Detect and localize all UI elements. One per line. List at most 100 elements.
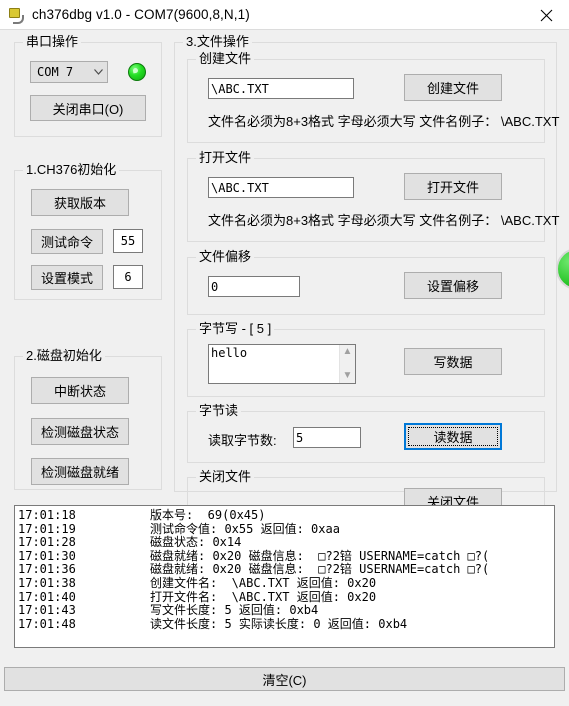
open-file-button[interactable]: 打开文件 <box>404 173 502 200</box>
close-port-button-label: 关闭串口(O) <box>52 101 124 117</box>
log-timestamp: 17:01:43 <box>18 603 76 618</box>
read-data-button-label: 读数据 <box>433 430 473 445</box>
window-title-bar: ch376dbg v1.0 - COM7(9600,8,N,1) <box>0 0 569 30</box>
open-file-name-input[interactable]: \ABC.TXT <box>208 177 354 198</box>
set-offset-button-label: 设置偏移 <box>426 279 479 294</box>
overflow-status-led <box>556 248 569 290</box>
log-message: 磁盘状态: 0x14 <box>150 535 242 550</box>
ch376-init-group: 1.CH376初始化 获取版本 测试命令 55 设置模式 6 <box>14 162 162 300</box>
set-mode-value-input[interactable]: 6 <box>113 265 143 289</box>
com-port-select[interactable]: COM 7 <box>30 61 108 83</box>
log-message: 写文件长度: 5 返回值: 0xb4 <box>150 603 319 618</box>
write-data-textarea[interactable]: hello ▲ ▼ <box>208 344 356 384</box>
create-file-group-legend: 创建文件 <box>196 51 255 66</box>
set-mode-button[interactable]: 设置模式 <box>31 265 103 290</box>
log-timestamp: 17:01:36 <box>18 562 76 577</box>
test-command-value-input[interactable]: 55 <box>113 229 143 253</box>
window-title: ch376dbg v1.0 - COM7(9600,8,N,1) <box>32 7 250 22</box>
create-file-button[interactable]: 创建文件 <box>404 74 502 101</box>
create-file-group: 创建文件 \ABC.TXT 创建文件 文件名必须为8+3格式 字母必须大写 文件… <box>187 51 559 143</box>
byte-write-group: 字节写 - [ 5 ] hello ▲ ▼ 写数据 <box>187 321 545 397</box>
read-data-button[interactable]: 读数据 <box>404 423 502 450</box>
byte-read-group-legend: 字节读 <box>196 403 242 418</box>
serial-status-led <box>128 63 146 81</box>
check-disk-status-button[interactable]: 检测磁盘状态 <box>31 418 129 445</box>
write-data-value: hello <box>211 346 248 360</box>
read-count-label: 读取字节数: <box>208 433 277 448</box>
log-line: 17:01:43 写文件长度: 5 返回值: 0xb4 <box>18 603 554 618</box>
close-port-button[interactable]: 关闭串口(O) <box>30 95 146 121</box>
close-file-group-legend: 关闭文件 <box>196 469 255 484</box>
serial-port-group: 串口操作 COM 7 关闭串口(O) <box>14 34 162 137</box>
open-file-group-legend: 打开文件 <box>196 150 255 165</box>
log-timestamp: 17:01:30 <box>18 548 76 563</box>
log-lines: 17:01:18 版本号: 69(0x45) 17:01:19 测试命令值: 0x55… <box>18 508 554 632</box>
file-operations-group: 3.文件操作 创建文件 \ABC.TXT 创建文件 文件名必须为8+3格式 字母… <box>174 34 559 525</box>
log-line: 17:01:18 版本号: 69(0x45) <box>18 508 554 523</box>
check-disk-ready-button[interactable]: 检测磁盘就绪 <box>31 458 129 485</box>
chevron-down-icon[interactable]: ▼ <box>343 371 353 381</box>
log-timestamp: 17:01:18 <box>18 508 76 522</box>
test-command-button-label: 测试命令 <box>40 235 93 250</box>
set-mode-button-label: 设置模式 <box>40 271 93 286</box>
interrupt-status-button[interactable]: 中断状态 <box>31 377 129 404</box>
check-disk-ready-button-label: 检测磁盘就绪 <box>40 465 119 480</box>
log-line: 17:01:28 磁盘状态: 0x14 <box>18 535 554 550</box>
usb-plug-icon <box>7 6 25 24</box>
create-file-name-value: \ABC.TXT <box>211 81 269 96</box>
log-line: 17:01:48 读文件长度: 5 实际读长度: 0 返回值: 0xb4 <box>18 616 554 632</box>
log-message: 打开文件名: \ABC.TXT 返回值: 0x20 <box>150 589 377 604</box>
open-file-name-value: \ABC.TXT <box>211 180 269 195</box>
log-timestamp: 17:01:48 <box>18 616 76 631</box>
log-message: 版本号: 69(0x45) <box>150 508 266 522</box>
interrupt-status-button-label: 中断状态 <box>53 384 106 399</box>
file-offset-group-legend: 文件偏移 <box>196 249 255 264</box>
log-timestamp: 17:01:38 <box>18 575 76 590</box>
log-line: 17:01:38 创建文件名: \ABC.TXT 返回值: 0x20 <box>18 575 554 591</box>
open-file-group: 打开文件 \ABC.TXT 打开文件 文件名必须为8+3格式 字母必须大写 文件… <box>187 150 559 242</box>
disk-init-group: 2.磁盘初始化 中断状态 检测磁盘状态 检测磁盘就绪 <box>14 348 162 490</box>
log-message: 创建文件名: \ABC.TXT 返回值: 0x20 <box>150 575 377 590</box>
log-timestamp: 17:01:28 <box>18 535 76 550</box>
open-file-hint: 文件名必须为8+3格式 字母必须大写 文件名例子： \ABC.TXT <box>208 213 560 228</box>
close-icon[interactable] <box>524 0 569 30</box>
log-line: 17:01:19 测试命令值: 0x55 返回值: 0xaa <box>18 521 554 537</box>
log-timestamp: 17:01:19 <box>18 521 76 536</box>
clear-log-button-label: 清空(C) <box>262 672 307 688</box>
write-data-scrollbar[interactable]: ▲ ▼ <box>339 345 355 383</box>
read-count-value: 5 <box>296 430 304 445</box>
log-line: 17:01:36 磁盘就绪: 0x20 磁盘信息: □?2锫 USERNAME=c… <box>18 563 554 577</box>
get-version-button[interactable]: 获取版本 <box>31 189 129 216</box>
log-message: 磁盘就绪: 0x20 磁盘信息: □?2锫 USERNAME=catch □?( <box>150 548 490 563</box>
log-message: 测试命令值: 0x55 返回值: 0xaa <box>150 521 340 536</box>
file-offset-group: 文件偏移 0 设置偏移 <box>187 249 545 315</box>
set-offset-button[interactable]: 设置偏移 <box>404 272 502 299</box>
com-port-value: COM 7 <box>37 65 74 79</box>
log-message: 磁盘就绪: 0x20 磁盘信息: □?2锫 USERNAME=catch □?( <box>150 562 490 577</box>
clear-log-button[interactable]: 清空(C) <box>4 667 565 691</box>
open-file-button-label: 打开文件 <box>426 180 479 195</box>
set-mode-value: 6 <box>124 270 132 284</box>
write-data-button-label: 写数据 <box>433 355 473 370</box>
test-command-value: 55 <box>120 234 136 248</box>
log-timestamp: 17:01:40 <box>18 589 76 604</box>
check-disk-status-button-label: 检测磁盘状态 <box>40 425 119 440</box>
chevron-up-icon[interactable]: ▲ <box>343 347 353 357</box>
chevron-down-icon <box>89 69 107 75</box>
get-version-button-label: 获取版本 <box>53 196 106 211</box>
test-command-button[interactable]: 测试命令 <box>31 229 103 254</box>
file-operations-group-legend: 3.文件操作 <box>183 34 252 49</box>
disk-init-group-legend: 2.磁盘初始化 <box>23 348 105 363</box>
read-count-input[interactable]: 5 <box>293 427 361 448</box>
file-offset-value: 0 <box>211 279 219 294</box>
byte-read-group: 字节读 读取字节数: 5 读数据 <box>187 403 545 463</box>
ch376-init-group-legend: 1.CH376初始化 <box>23 162 120 177</box>
byte-write-group-legend: 字节写 - [ 5 ] <box>196 321 275 336</box>
log-output-panel[interactable]: 17:01:18 版本号: 69(0x45) 17:01:19 测试命令值: 0x55… <box>14 505 555 648</box>
file-offset-input[interactable]: 0 <box>208 276 300 297</box>
write-data-button[interactable]: 写数据 <box>404 348 502 375</box>
create-file-button-label: 创建文件 <box>426 81 479 96</box>
log-message: 读文件长度: 5 实际读长度: 0 返回值: 0xb4 <box>150 616 408 631</box>
serial-port-group-legend: 串口操作 <box>23 34 82 49</box>
create-file-name-input[interactable]: \ABC.TXT <box>208 78 354 99</box>
